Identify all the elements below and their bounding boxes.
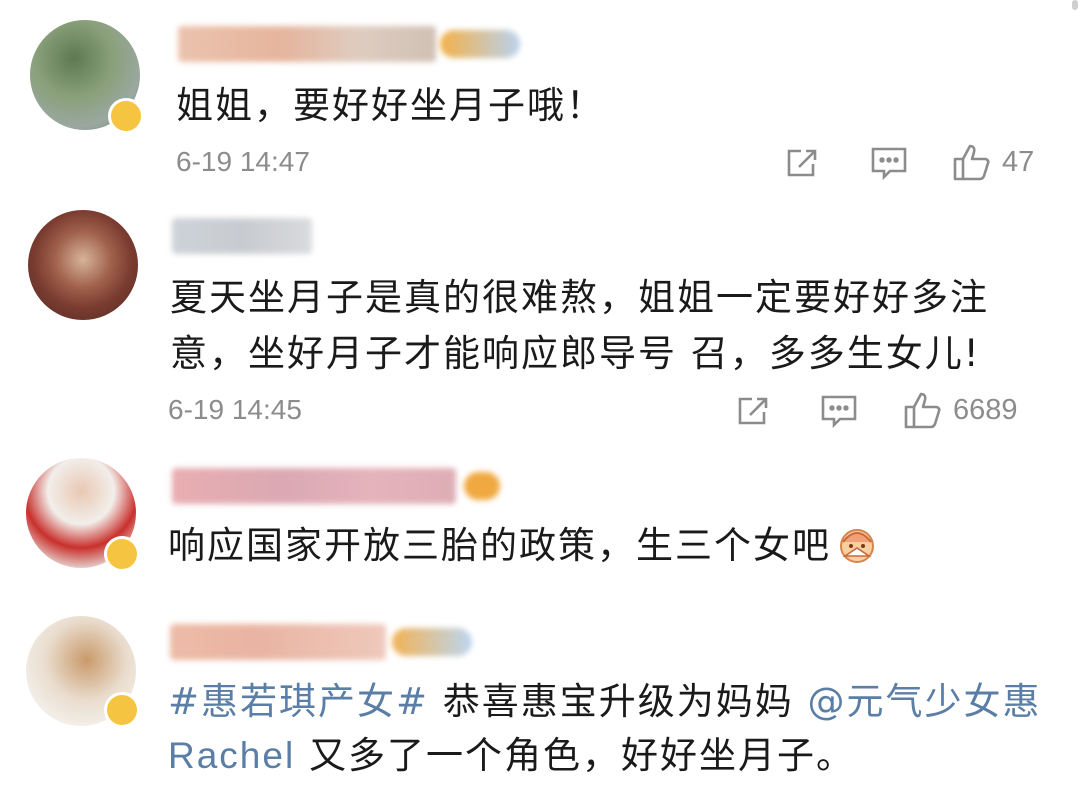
comment-icon: [821, 395, 857, 429]
comment-text-content: 响应国家开放三胎的政策，生三个女吧: [168, 524, 831, 567]
username-blurred[interactable]: [170, 624, 386, 660]
verified-badge-icon: [108, 98, 144, 134]
mention-link[interactable]: Rachel: [168, 735, 295, 776]
user-level-badge-icon: [464, 472, 500, 500]
share-button[interactable]: [785, 145, 821, 181]
comment-text: #惠若琪产女# 恭喜惠宝升级为妈妈 @元气少女惠: [168, 676, 1042, 728]
like-icon: [904, 392, 941, 429]
comment-text: 姐姐，要好好坐月子哦！: [176, 84, 605, 127]
topic-link[interactable]: #惠若琪产女#: [168, 680, 429, 723]
comment-time: 6-19 14:45: [168, 394, 302, 425]
avatar[interactable]: [28, 210, 138, 320]
comment-time: 6-19 14:47: [176, 146, 310, 177]
share-button[interactable]: [736, 393, 772, 429]
comment-text-content: 恭喜惠宝升级为妈妈: [429, 680, 808, 723]
comment-text: Rachel 又多了一个角色，好好坐月子。: [168, 730, 855, 782]
like-button[interactable]: 6689: [903, 390, 1018, 430]
share-icon: [787, 149, 817, 177]
comment-icon: [871, 147, 907, 181]
mention-link[interactable]: @元气少女惠: [808, 680, 1042, 723]
like-button[interactable]: 47: [952, 142, 1034, 182]
reply-button[interactable]: [820, 393, 858, 429]
like-count: 6689: [953, 393, 1018, 426]
comment-item: 夏天坐月子是真的很难熬，姐姐一定要好好多注 意，坐好月子才能响应郎导号 召，多多…: [0, 200, 1080, 450]
comment-item: 响应国家开放三胎的政策，生三个女吧: [0, 450, 1080, 610]
verified-badge-icon: [104, 536, 140, 572]
comment-text: 夏天坐月子是真的很难熬，姐姐一定要好好多注: [170, 276, 989, 319]
username-blurred[interactable]: [178, 26, 436, 62]
comment-text: 响应国家开放三胎的政策，生三个女吧: [168, 520, 879, 572]
comment-item: #惠若琪产女# 恭喜惠宝升级为妈妈 @元气少女惠 Rachel 又多了一个角色，…: [0, 610, 1080, 810]
user-level-badge-icon: [440, 30, 520, 58]
verified-badge-icon: [104, 692, 140, 728]
like-icon: [953, 144, 990, 181]
share-icon: [738, 397, 768, 425]
comment-text-content: 又多了一个角色，好好坐月子。: [295, 734, 855, 777]
like-count: 47: [1002, 145, 1035, 178]
fan-face-emoji-icon: [840, 529, 874, 563]
reply-button[interactable]: [870, 145, 908, 181]
username-blurred[interactable]: [172, 468, 456, 504]
comment-item: 姐姐，要好好坐月子哦！ 6-19 14:47 47: [0, 0, 1080, 200]
user-level-badge-icon: [392, 628, 472, 656]
comment-text: 意，坐好月子才能响应郎导号 召，多多生女儿!: [170, 332, 981, 375]
username-blurred[interactable]: [172, 218, 312, 254]
